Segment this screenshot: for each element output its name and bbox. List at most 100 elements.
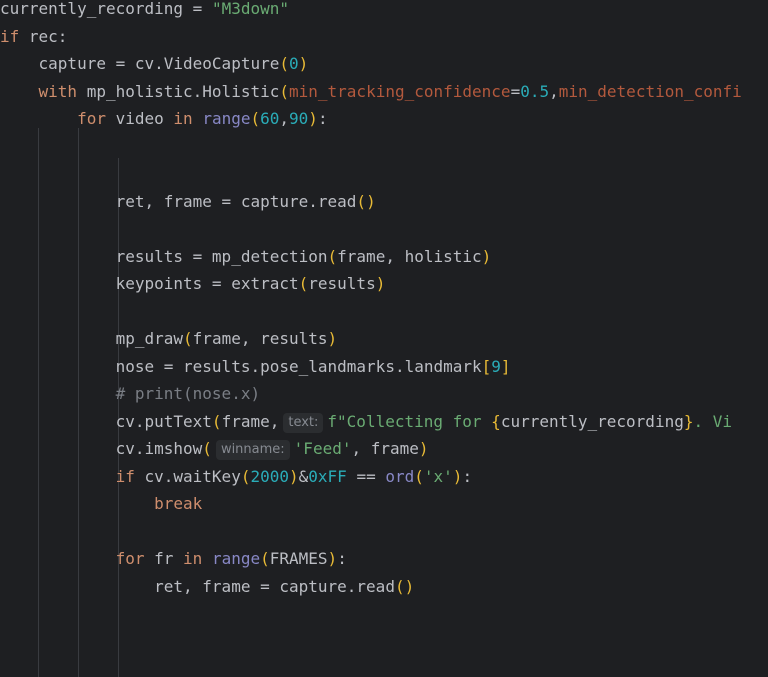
code-line-5[interactable]: for video in range(60,90): bbox=[0, 105, 328, 133]
code-line-11[interactable]: keypoints = extract(results) bbox=[0, 270, 386, 298]
code-token: frame, bbox=[221, 411, 280, 431]
code-token: 'x' bbox=[423, 466, 453, 486]
code-token: ) bbox=[327, 329, 338, 348]
code-token: ( bbox=[356, 191, 367, 211]
code-token: ( bbox=[298, 274, 309, 293]
parameter-hint: winname: bbox=[215, 440, 290, 460]
code-token: frame, holistic bbox=[337, 246, 482, 266]
code-token: ] bbox=[500, 356, 511, 376]
code-line-2[interactable]: if rec: bbox=[0, 23, 67, 51]
code-token: 0xFF bbox=[308, 466, 347, 486]
code-line-8[interactable]: ret, frame = capture.read() bbox=[0, 188, 376, 216]
code-token: currently_recording bbox=[500, 411, 684, 431]
code-token: cv.waitKey bbox=[134, 466, 241, 486]
code-token: if bbox=[0, 26, 20, 46]
code-token: ) bbox=[481, 246, 492, 266]
code-line-3[interactable]: capture = cv.VideoCapture(0) bbox=[0, 50, 309, 78]
code-token: mp_draw bbox=[115, 329, 184, 348]
code-token: ) bbox=[298, 54, 309, 73]
code-token: video bbox=[105, 109, 174, 128]
code-token: cv.putText bbox=[115, 411, 212, 431]
code-token: : bbox=[317, 109, 328, 128]
code-token: [ bbox=[481, 356, 492, 376]
code-token: results bbox=[308, 274, 376, 293]
code-token: . Vi bbox=[693, 411, 733, 431]
code-line-13[interactable]: mp_draw(frame, results) bbox=[0, 325, 338, 353]
code-line-16[interactable]: cv.putText(frame, text: f"Collecting for {… bbox=[0, 408, 732, 436]
code-token: range bbox=[211, 549, 261, 568]
code-token: nose = results.pose_landmarks.landmark bbox=[115, 356, 482, 376]
code-token: results = mp_detection bbox=[115, 246, 328, 266]
code-token: ( bbox=[211, 411, 222, 431]
code-token: ( bbox=[250, 109, 261, 128]
code-token: : bbox=[462, 466, 473, 486]
code-token: ) bbox=[366, 191, 376, 211]
code-token: min_detection_confi bbox=[558, 81, 742, 101]
code-token: keypoints = extract bbox=[115, 274, 299, 293]
code-token: ret, frame = capture.read bbox=[115, 191, 357, 211]
code-line-4[interactable]: with mp_holistic.Holistic(min_tracking_c… bbox=[0, 78, 742, 106]
code-token: 0 bbox=[289, 54, 299, 73]
code-token: ( bbox=[279, 54, 289, 73]
code-line-15[interactable]: # print(nose.x) bbox=[0, 380, 261, 408]
code-line-1[interactable]: currently_recording = "M3down" bbox=[0, 0, 289, 23]
code-token: frame, results bbox=[192, 329, 328, 348]
code-line-10[interactable]: results = mp_detection(frame, holistic) bbox=[0, 243, 492, 271]
code-token: ) bbox=[452, 466, 463, 486]
code-token: ( bbox=[414, 466, 424, 486]
code-token: ) bbox=[289, 466, 299, 486]
code-token: , frame bbox=[351, 439, 419, 458]
code-token: rec: bbox=[19, 26, 68, 46]
code-token: for bbox=[77, 109, 106, 128]
code-line-14[interactable]: nose = results.pose_landmarks.landmark[9… bbox=[0, 353, 511, 381]
code-token: , bbox=[549, 81, 559, 101]
code-token: "M3down" bbox=[211, 0, 289, 18]
code-token: mp_holistic.Holistic bbox=[77, 81, 280, 101]
code-token: FRAMES bbox=[269, 549, 328, 568]
code-line-22[interactable]: ret, frame = capture.read() bbox=[0, 573, 414, 601]
code-token: ) bbox=[308, 109, 318, 128]
code-token: { bbox=[491, 411, 501, 431]
code-line-17[interactable]: cv.imshow(winname: 'Feed', frame) bbox=[0, 435, 429, 463]
code-token: : bbox=[337, 549, 347, 568]
code-line-21[interactable]: for fr in range(FRAMES): bbox=[0, 545, 347, 573]
code-token: f"Collecting for bbox=[327, 411, 492, 431]
code-token: for bbox=[115, 549, 145, 568]
code-token: capture = cv.VideoCapture bbox=[38, 54, 280, 73]
code-token: ( bbox=[202, 439, 212, 458]
code-token: break bbox=[154, 494, 203, 513]
code-line-18[interactable]: if cv.waitKey(2000)&0xFF == ord('x'): bbox=[0, 463, 472, 491]
code-token: & bbox=[298, 466, 309, 486]
code-token: 0.5 bbox=[520, 81, 550, 101]
code-token: ( bbox=[260, 549, 270, 568]
parameter-hint: text: bbox=[283, 412, 324, 433]
code-token: = bbox=[183, 0, 212, 18]
code-token: 'Feed' bbox=[293, 439, 352, 458]
code-token: cv.imshow bbox=[115, 439, 203, 458]
code-token: fr bbox=[144, 549, 184, 568]
code-editor[interactable]: currently_recording = "M3down" if rec: c… bbox=[0, 0, 768, 677]
code-token: ret, frame = capture.read bbox=[154, 576, 395, 596]
code-token: ) bbox=[418, 439, 429, 458]
code-token: 90 bbox=[289, 109, 309, 128]
code-token: == bbox=[346, 466, 386, 486]
code-line-19[interactable]: break bbox=[0, 490, 202, 518]
code-token: 60 bbox=[260, 109, 280, 128]
code-token: ( bbox=[327, 246, 338, 266]
code-token: ( bbox=[183, 329, 193, 348]
